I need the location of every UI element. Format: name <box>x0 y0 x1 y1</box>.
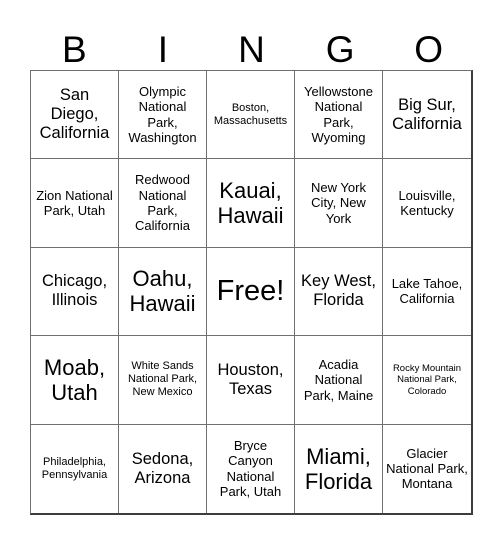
header-letter-b: B <box>61 29 87 70</box>
bingo-cell-label: White Sands National Park, New Mexico <box>127 360 198 399</box>
bingo-cell[interactable]: Big Sur, California <box>383 71 471 160</box>
bingo-cell[interactable]: Zion National Park, Utah <box>31 159 119 248</box>
bingo-cell[interactable]: Key West, Florida <box>295 247 383 337</box>
bingo-cell-label: Yellowstone National Park, Wyoming <box>304 84 373 146</box>
bingo-cell[interactable]: San Diego, California <box>31 71 119 160</box>
bingo-card: B I N G O San Diego, California Olympic … <box>0 0 500 544</box>
bingo-cell-label: Kauai, Hawaii <box>217 178 284 229</box>
bingo-cell[interactable]: Lake Tahoe, California <box>383 247 471 337</box>
bingo-cell-label: Louisville, Kentucky <box>398 187 456 219</box>
bingo-cell-free[interactable]: Free! <box>207 247 295 337</box>
bingo-cell-label: Bryce Canyon National Park, Utah <box>219 438 282 500</box>
header-letter-n: N <box>238 29 265 70</box>
bingo-cell-label: Glacier National Park, Montana <box>386 445 468 492</box>
bingo-cell-label: Redwood National Park, California <box>135 172 190 234</box>
bingo-cell-label: Lake Tahoe, California <box>391 276 463 307</box>
bingo-cell-label: Oahu, Hawaii <box>129 266 196 317</box>
bingo-cell-label: Olympic National Park, Washington <box>128 84 197 146</box>
header-letter-i: I <box>157 29 169 70</box>
bingo-cell[interactable]: Yellowstone National Park, Wyoming <box>295 71 383 160</box>
bingo-cell[interactable]: Bryce Canyon National Park, Utah <box>207 424 295 513</box>
bingo-cell[interactable]: Chicago, Illinois <box>31 247 119 337</box>
bingo-cell[interactable]: Boston, Massachusetts <box>207 71 295 160</box>
bingo-cell[interactable]: Kauai, Hawaii <box>207 159 295 248</box>
bingo-cell-label: New York City, New York <box>311 180 366 226</box>
header-letter-g: G <box>325 29 355 70</box>
bingo-cell-label: Zion National Park, Utah <box>36 187 113 219</box>
bingo-cell[interactable]: Philadelphia, Pennsylvania <box>31 424 119 513</box>
bingo-cell[interactable]: Moab, Utah <box>31 336 119 425</box>
bingo-cell[interactable]: White Sands National Park, New Mexico <box>119 336 207 425</box>
bingo-cell[interactable]: Olympic National Park, Washington <box>119 71 207 160</box>
bingo-cell-label: Big Sur, California <box>392 95 462 133</box>
bingo-cell-label: Chicago, Illinois <box>41 272 108 310</box>
bingo-cell[interactable]: Sedona, Arizona <box>119 424 207 513</box>
bingo-cell[interactable]: Oahu, Hawaii <box>119 247 207 337</box>
bingo-cell-label: Philadelphia, Pennsylvania <box>41 455 108 481</box>
bingo-cell[interactable]: Acadia National Park, Maine <box>295 336 383 425</box>
bingo-cell[interactable]: Glacier National Park, Montana <box>383 424 471 513</box>
bingo-cell[interactable]: New York City, New York <box>295 159 383 248</box>
bingo-cell[interactable]: Houston, Texas <box>207 336 295 425</box>
bingo-cell-label: Miami, Florida <box>304 443 373 494</box>
bingo-cell[interactable]: Louisville, Kentucky <box>383 159 471 248</box>
bingo-cell-label: Houston, Texas <box>217 360 284 398</box>
bingo-cell-label: San Diego, California <box>39 86 110 143</box>
header-letter-o: O <box>414 29 444 70</box>
bingo-cell-label: Key West, Florida <box>301 272 376 310</box>
bingo-cell[interactable]: Miami, Florida <box>295 424 383 513</box>
bingo-header: B I N G O <box>30 16 473 70</box>
bingo-cell-label: Moab, Utah <box>43 354 106 405</box>
bingo-cell[interactable]: Redwood National Park, California <box>119 159 207 248</box>
bingo-cell-label: Rocky Mountain National Park, Colorado <box>392 362 462 397</box>
bingo-cell-label: Boston, Massachusetts <box>213 101 288 127</box>
bingo-cell-label: Sedona, Arizona <box>131 449 194 487</box>
bingo-grid: San Diego, California Olympic National P… <box>30 70 473 515</box>
bingo-cell[interactable]: Rocky Mountain National Park, Colorado <box>383 336 471 425</box>
bingo-cell-label: Free! <box>216 275 285 308</box>
bingo-cell-label: Acadia National Park, Maine <box>303 356 374 403</box>
